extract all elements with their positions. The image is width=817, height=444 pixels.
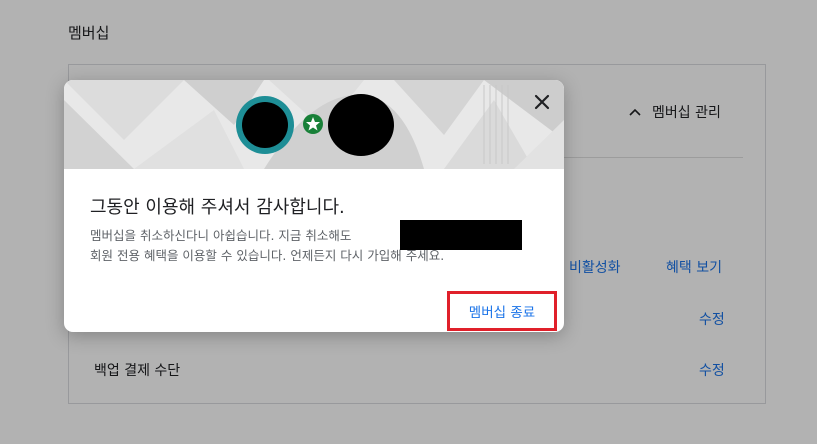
cancel-membership-dialog: 그동안 이용해 주셔서 감사합니다. 멤버십을 취소하신다니 아쉽습니다. 지금… <box>64 80 564 332</box>
dialog-body-line1: 멤버십을 취소하신다니 아쉽습니다. 지금 취소해도 <box>90 228 352 243</box>
dialog-heading: 그동안 이용해 주셔서 감사합니다. <box>90 197 345 218</box>
redaction-bar <box>400 220 522 250</box>
end-membership-button[interactable]: 멤버십 종료 <box>448 292 556 330</box>
avatar-left <box>242 102 288 148</box>
close-icon <box>534 94 550 110</box>
dialog-banner <box>64 80 564 169</box>
close-button[interactable] <box>528 88 556 116</box>
avatar-right <box>328 94 394 156</box>
